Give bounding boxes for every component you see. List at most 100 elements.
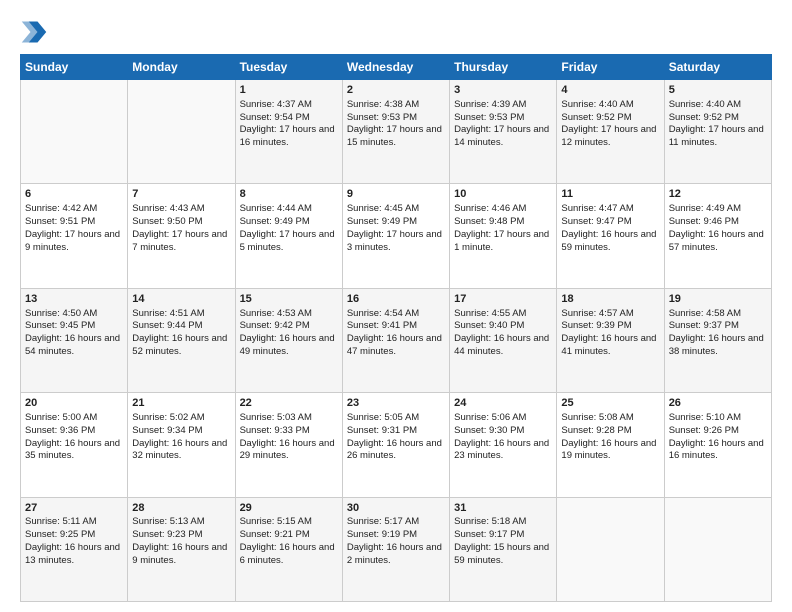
daylight: Daylight: 17 hours and 9 minutes. — [25, 229, 120, 253]
sunset: Sunset: 9:42 PM — [240, 320, 310, 331]
day-number: 31 — [454, 501, 552, 516]
sunset: Sunset: 9:53 PM — [347, 112, 417, 123]
calendar-cell: 27Sunrise: 5:11 AMSunset: 9:25 PMDayligh… — [21, 497, 128, 601]
day-number: 20 — [25, 396, 123, 411]
sunset: Sunset: 9:37 PM — [669, 320, 739, 331]
calendar-cell: 18Sunrise: 4:57 AMSunset: 9:39 PMDayligh… — [557, 288, 664, 392]
sunset: Sunset: 9:21 PM — [240, 529, 310, 540]
sunrise: Sunrise: 5:11 AM — [25, 516, 97, 527]
calendar-cell — [664, 497, 771, 601]
daylight: Daylight: 17 hours and 1 minute. — [454, 229, 549, 253]
day-number: 7 — [132, 187, 230, 202]
daylight: Daylight: 17 hours and 7 minutes. — [132, 229, 227, 253]
daylight: Daylight: 16 hours and 16 minutes. — [669, 438, 764, 462]
day-number: 19 — [669, 292, 767, 307]
sunrise: Sunrise: 4:40 AM — [669, 99, 741, 110]
header-saturday: Saturday — [664, 55, 771, 80]
calendar-cell: 15Sunrise: 4:53 AMSunset: 9:42 PMDayligh… — [235, 288, 342, 392]
sunset: Sunset: 9:39 PM — [561, 320, 631, 331]
sunset: Sunset: 9:34 PM — [132, 425, 202, 436]
day-number: 26 — [669, 396, 767, 411]
daylight: Daylight: 16 hours and 32 minutes. — [132, 438, 227, 462]
daylight: Daylight: 16 hours and 52 minutes. — [132, 333, 227, 357]
calendar-cell: 12Sunrise: 4:49 AMSunset: 9:46 PMDayligh… — [664, 184, 771, 288]
daylight: Daylight: 16 hours and 26 minutes. — [347, 438, 442, 462]
day-number: 17 — [454, 292, 552, 307]
day-number: 2 — [347, 83, 445, 98]
sunset: Sunset: 9:25 PM — [25, 529, 95, 540]
sunrise: Sunrise: 4:50 AM — [25, 308, 97, 319]
sunset: Sunset: 9:47 PM — [561, 216, 631, 227]
daylight: Daylight: 16 hours and 6 minutes. — [240, 542, 335, 566]
header-monday: Monday — [128, 55, 235, 80]
day-number: 6 — [25, 187, 123, 202]
sunrise: Sunrise: 5:05 AM — [347, 412, 419, 423]
calendar-cell: 14Sunrise: 4:51 AMSunset: 9:44 PMDayligh… — [128, 288, 235, 392]
day-number: 15 — [240, 292, 338, 307]
daylight: Daylight: 16 hours and 35 minutes. — [25, 438, 120, 462]
calendar-week-3: 13Sunrise: 4:50 AMSunset: 9:45 PMDayligh… — [21, 288, 772, 392]
sunrise: Sunrise: 4:51 AM — [132, 308, 204, 319]
daylight: Daylight: 16 hours and 38 minutes. — [669, 333, 764, 357]
header-tuesday: Tuesday — [235, 55, 342, 80]
calendar-cell: 24Sunrise: 5:06 AMSunset: 9:30 PMDayligh… — [450, 393, 557, 497]
page: Sunday Monday Tuesday Wednesday Thursday… — [0, 0, 792, 612]
sunrise: Sunrise: 5:00 AM — [25, 412, 97, 423]
calendar-cell: 29Sunrise: 5:15 AMSunset: 9:21 PMDayligh… — [235, 497, 342, 601]
calendar-cell: 22Sunrise: 5:03 AMSunset: 9:33 PMDayligh… — [235, 393, 342, 497]
day-number: 10 — [454, 187, 552, 202]
calendar-cell: 9Sunrise: 4:45 AMSunset: 9:49 PMDaylight… — [342, 184, 449, 288]
day-number: 24 — [454, 396, 552, 411]
daylight: Daylight: 16 hours and 54 minutes. — [25, 333, 120, 357]
calendar-cell: 13Sunrise: 4:50 AMSunset: 9:45 PMDayligh… — [21, 288, 128, 392]
sunset: Sunset: 9:40 PM — [454, 320, 524, 331]
daylight: Daylight: 16 hours and 59 minutes. — [561, 229, 656, 253]
header-thursday: Thursday — [450, 55, 557, 80]
calendar-cell: 21Sunrise: 5:02 AMSunset: 9:34 PMDayligh… — [128, 393, 235, 497]
header-sunday: Sunday — [21, 55, 128, 80]
daylight: Daylight: 17 hours and 16 minutes. — [240, 124, 335, 148]
sunset: Sunset: 9:19 PM — [347, 529, 417, 540]
logo-icon — [20, 18, 48, 46]
daylight: Daylight: 16 hours and 44 minutes. — [454, 333, 549, 357]
sunset: Sunset: 9:26 PM — [669, 425, 739, 436]
sunrise: Sunrise: 4:38 AM — [347, 99, 419, 110]
calendar-week-2: 6Sunrise: 4:42 AMSunset: 9:51 PMDaylight… — [21, 184, 772, 288]
day-number: 16 — [347, 292, 445, 307]
sunrise: Sunrise: 4:53 AM — [240, 308, 312, 319]
daylight: Daylight: 16 hours and 2 minutes. — [347, 542, 442, 566]
calendar-cell: 20Sunrise: 5:00 AMSunset: 9:36 PMDayligh… — [21, 393, 128, 497]
calendar-cell: 2Sunrise: 4:38 AM Sunset: 9:53 PMDaylight… — [342, 80, 449, 184]
calendar-cell: 25Sunrise: 5:08 AMSunset: 9:28 PMDayligh… — [557, 393, 664, 497]
daylight: Daylight: 16 hours and 19 minutes. — [561, 438, 656, 462]
sunset: Sunset: 9:50 PM — [132, 216, 202, 227]
calendar-cell: 26Sunrise: 5:10 AMSunset: 9:26 PMDayligh… — [664, 393, 771, 497]
sunset: Sunset: 9:44 PM — [132, 320, 202, 331]
calendar-cell — [21, 80, 128, 184]
calendar-cell: 11Sunrise: 4:47 AMSunset: 9:47 PMDayligh… — [557, 184, 664, 288]
weekday-header-row: Sunday Monday Tuesday Wednesday Thursday… — [21, 55, 772, 80]
sunset: Sunset: 9:30 PM — [454, 425, 524, 436]
calendar-cell: 17Sunrise: 4:55 AMSunset: 9:40 PMDayligh… — [450, 288, 557, 392]
daylight: Daylight: 17 hours and 15 minutes. — [347, 124, 442, 148]
calendar-cell: 1Sunrise: 4:37 AMSunset: 9:54 PMDaylight… — [235, 80, 342, 184]
day-number: 22 — [240, 396, 338, 411]
sunrise: Sunrise: 5:08 AM — [561, 412, 633, 423]
sunrise: Sunrise: 4:37 AM — [240, 99, 312, 110]
sunset: Sunset: 9:51 PM — [25, 216, 95, 227]
daylight: Daylight: 16 hours and 13 minutes. — [25, 542, 120, 566]
sunrise: Sunrise: 4:43 AM — [132, 203, 204, 214]
daylight: Daylight: 16 hours and 23 minutes. — [454, 438, 549, 462]
sunrise: Sunrise: 5:03 AM — [240, 412, 312, 423]
sunset: Sunset: 9:53 PM — [454, 112, 524, 123]
day-number: 3 — [454, 83, 552, 98]
day-number: 13 — [25, 292, 123, 307]
daylight: Daylight: 17 hours and 3 minutes. — [347, 229, 442, 253]
daylight: Daylight: 15 hours and 59 minutes. — [454, 542, 549, 566]
sunrise: Sunrise: 4:54 AM — [347, 308, 419, 319]
sunrise: Sunrise: 4:39 AM — [454, 99, 526, 110]
day-number: 25 — [561, 396, 659, 411]
sunrise: Sunrise: 4:58 AM — [669, 308, 741, 319]
day-number: 29 — [240, 501, 338, 516]
calendar-cell: 16Sunrise: 4:54 AMSunset: 9:41 PMDayligh… — [342, 288, 449, 392]
